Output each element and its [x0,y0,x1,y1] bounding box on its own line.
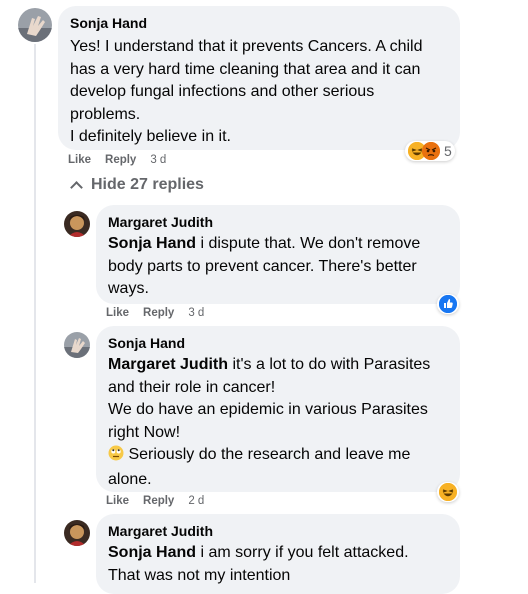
timestamp[interactable]: 3 d [188,307,204,319]
like-reaction-icon [439,295,457,313]
comment-text: Sonja Hand i am sorry if you felt attack… [108,542,448,587]
comment-line: ways. [108,280,149,297]
reaction-summary[interactable]: 5 [405,141,455,161]
comment-line: Yes! I understand that it prevents Cance… [70,38,423,55]
reply-button[interactable]: Reply [143,307,174,319]
comment-author[interactable]: Sonja Hand [70,14,448,32]
mention-link[interactable]: Margaret Judith [108,356,228,373]
like-button[interactable]: Like [106,307,129,319]
avatar[interactable] [64,520,90,546]
comment-line: body parts to prevent cancer. There's be… [108,257,417,275]
avatar[interactable] [64,332,90,358]
eye-roll-emoji-icon [108,445,124,469]
mention-link[interactable]: Sonja Hand [108,544,196,561]
comment-author[interactable]: Sonja Hand [108,334,448,352]
comment-bubble: Sonja Hand Margaret Judith it's a lot to… [96,326,460,492]
timestamp[interactable]: 3 d [150,154,166,166]
comment-line: right Now! [108,423,181,441]
mention-link[interactable]: Sonja Hand [108,235,196,252]
like-button[interactable]: Like [106,495,129,507]
reply-button[interactable]: Reply [105,154,136,166]
comment-line: Seriously do the research and leave me [128,446,411,463]
comment-line: I definitely believe in it. [70,128,231,145]
avatar[interactable] [64,211,90,237]
comment-bubble: Margaret Judith Sonja Hand i am sorry if… [96,514,460,594]
avatar[interactable] [18,8,52,42]
comment-actions: Like Reply 3 d [106,307,204,319]
comment-text: Yes! I understand that it prevents Cance… [70,36,448,149]
chevron-up-icon [70,180,83,194]
comment-author[interactable]: Margaret Judith [108,213,448,231]
reaction-summary[interactable] [437,294,459,314]
comment-actions: Like Reply 3 d [68,154,166,166]
reply-button[interactable]: Reply [143,495,174,507]
comment-text: Margaret Judith it's a lot to do with Pa… [108,354,448,491]
comment-line: develop fungal infections and other seri… [70,83,375,100]
reaction-summary[interactable] [437,482,459,502]
comment-bubble: Margaret Judith Sonja Hand i dispute tha… [96,205,460,304]
comment-bubble: Sonja Hand Yes! I understand that it pre… [58,6,460,150]
thread-line-main [34,44,36,583]
comment-line: i dispute that. We don't remove [200,235,421,252]
comment-line: problems. [70,105,141,123]
reaction-count: 5 [444,143,452,159]
haha-reaction-icon [439,483,457,501]
comment-line: i am sorry if you felt attacked. [200,544,409,561]
hide-replies-label: Hide 27 replies [91,176,204,193]
comment-line: has a very hard time cleaning that area … [70,60,421,78]
hide-replies-button[interactable]: Hide 27 replies [70,176,204,194]
comment-line: alone. [108,470,152,488]
comment-actions: Like Reply 2 d [106,495,204,507]
comment-line: That was not my intention [108,566,291,584]
timestamp[interactable]: 2 d [188,495,204,507]
angry-reaction-icon [422,142,440,160]
comment-line: and their role in cancer! [108,378,276,396]
comment-text: Sonja Hand i dispute that. We don't remo… [108,233,448,301]
comment-author[interactable]: Margaret Judith [108,522,448,540]
comment-line: it's a lot to do with Parasites [232,356,431,373]
like-button[interactable]: Like [68,154,91,166]
comment-line: We do have an epidemic in various Parasi… [108,401,428,418]
